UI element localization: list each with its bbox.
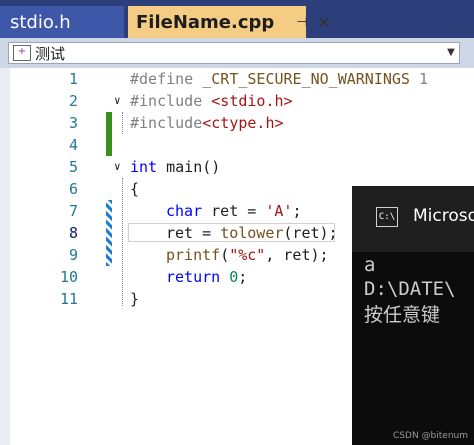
code-token: tolower bbox=[220, 224, 284, 242]
tab-stdio-h[interactable]: stdio.h bbox=[0, 6, 124, 38]
code-token: _CRT_SECURE_NO_WARNINGS bbox=[193, 70, 410, 88]
code-token: ; bbox=[292, 202, 302, 220]
code-token: ret = bbox=[166, 224, 221, 242]
code-token: "%c" bbox=[229, 246, 266, 264]
code-token: 'A' bbox=[265, 202, 293, 220]
fold-icon[interactable]: ∨ bbox=[114, 156, 121, 178]
watermark: CSDN @bitenum bbox=[393, 431, 468, 441]
line-number: 5 bbox=[68, 158, 78, 176]
code-line: 5 ∨ int main() bbox=[0, 156, 474, 178]
code-token: printf bbox=[166, 246, 221, 264]
close-icon[interactable]: ✕ bbox=[318, 13, 331, 32]
scope-dropdown[interactable]: + 测试 ▼ bbox=[8, 42, 460, 64]
console-title: Microso bbox=[413, 206, 474, 226]
code-line: 3 #include<ctype.h> bbox=[0, 112, 474, 134]
code-token: <stdio.h> bbox=[202, 92, 293, 110]
tab-filename-cpp[interactable]: FileName.cpp ⊣ ✕ bbox=[128, 6, 331, 38]
code-token: ( bbox=[220, 246, 230, 264]
line-number: 1 bbox=[68, 70, 78, 88]
code-token: { bbox=[130, 180, 140, 198]
tab-label: FileName.cpp bbox=[136, 11, 275, 33]
console-output-line: D:\DATE\ bbox=[364, 278, 456, 300]
code-token: #define bbox=[130, 70, 194, 88]
code-token: int bbox=[130, 158, 158, 176]
code-token: #include bbox=[130, 92, 203, 110]
chevron-down-icon[interactable]: ▼ bbox=[443, 43, 459, 63]
line-number: 11 bbox=[59, 290, 78, 308]
pin-icon[interactable]: ⊣ bbox=[296, 15, 307, 30]
code-token: (ret); bbox=[283, 224, 338, 242]
code-token: 1 bbox=[409, 70, 429, 88]
project-icon: + bbox=[13, 45, 31, 61]
code-token: ; bbox=[238, 268, 248, 286]
line-number: 3 bbox=[68, 114, 78, 132]
code-token: , ret); bbox=[265, 246, 329, 264]
line-number: 8 bbox=[68, 224, 78, 242]
tab-label: stdio.h bbox=[10, 11, 71, 33]
line-number: 7 bbox=[68, 202, 78, 220]
code-line: 2 ∨ #include <stdio.h> bbox=[0, 90, 474, 112]
line-number: 2 bbox=[68, 92, 78, 110]
code-token: } bbox=[130, 290, 140, 308]
line-number: 4 bbox=[68, 136, 78, 154]
code-token: return bbox=[166, 268, 221, 286]
line-number: 9 bbox=[68, 246, 78, 264]
line-number: 6 bbox=[68, 180, 78, 198]
fold-icon[interactable]: ∨ bbox=[114, 90, 121, 112]
code-token: <ctype.h> bbox=[202, 114, 284, 132]
code-line: 4 bbox=[0, 134, 474, 156]
code-token: main() bbox=[157, 158, 221, 176]
code-token: #include bbox=[130, 114, 203, 132]
code-line: 1 #define _CRT_SECURE_NO_WARNINGS 1 bbox=[0, 68, 474, 90]
code-token: 0 bbox=[220, 268, 239, 286]
code-token: ret = bbox=[202, 202, 266, 220]
console-output-line: 按任意键 bbox=[364, 304, 441, 326]
scope-label: 测试 bbox=[35, 44, 66, 63]
code-token: char bbox=[166, 202, 203, 220]
terminal-icon: C:\ bbox=[376, 207, 398, 227]
console-output-line: a bbox=[364, 254, 376, 276]
line-number: 10 bbox=[59, 268, 78, 286]
